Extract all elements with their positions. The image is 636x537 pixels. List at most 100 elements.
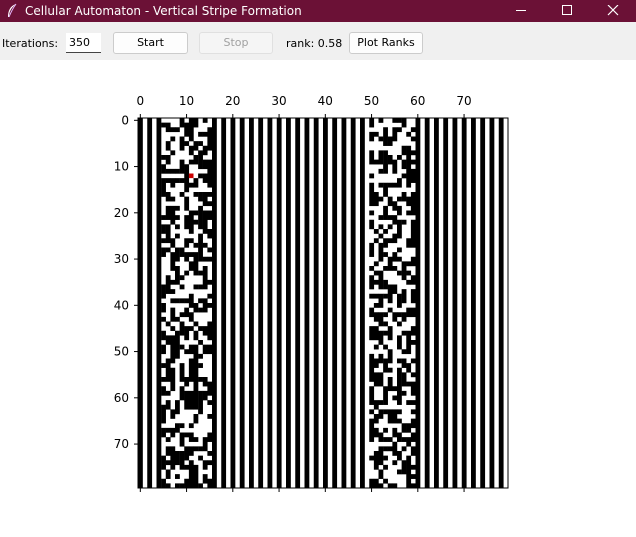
x-tick-label: 60 bbox=[410, 94, 425, 108]
grid-cell-run bbox=[188, 312, 194, 322]
grid-cell-run bbox=[161, 238, 166, 244]
grid-cell-run bbox=[383, 266, 388, 271]
x-tick-label: 20 bbox=[225, 94, 240, 108]
grid-cell-run bbox=[184, 196, 190, 211]
grid-cell-run bbox=[249, 118, 254, 489]
grid-cell-run bbox=[397, 451, 402, 461]
grid-cell-run bbox=[175, 400, 180, 415]
grid-cell-run bbox=[397, 219, 402, 239]
grid-cell-run bbox=[184, 390, 190, 410]
grid-cell-run bbox=[401, 118, 407, 128]
grid-cell-run bbox=[161, 427, 166, 438]
grid-cell-run bbox=[175, 330, 180, 359]
grid-cell-run bbox=[397, 270, 402, 276]
grid-cell-run bbox=[406, 455, 412, 489]
grid-cell-run bbox=[401, 173, 407, 179]
grid-cell-run bbox=[410, 326, 416, 336]
grid-cell-run bbox=[276, 118, 282, 489]
grid-cell-run bbox=[170, 127, 176, 133]
grid-cell-run bbox=[170, 409, 176, 419]
grid-cell-run bbox=[392, 427, 398, 438]
grid-cell-run bbox=[239, 118, 245, 489]
grid-cell-run bbox=[373, 400, 379, 410]
grid-cell-run bbox=[406, 279, 412, 285]
grid-cell-run bbox=[165, 400, 171, 410]
grid-cell-run bbox=[184, 164, 190, 193]
grid-cell-run bbox=[202, 173, 208, 183]
grid-cell-run bbox=[170, 367, 176, 392]
grid-cell-run bbox=[207, 127, 213, 151]
grid-cell-run bbox=[378, 312, 384, 327]
grid-cell-run bbox=[179, 344, 185, 350]
grid-cell-run bbox=[383, 344, 388, 350]
grid-cell-run bbox=[193, 330, 199, 341]
grid-cell-run bbox=[369, 326, 375, 341]
grid-cell-run bbox=[373, 261, 379, 267]
grid-cell-run bbox=[383, 279, 388, 290]
grid-cell-run bbox=[184, 122, 190, 137]
grid-cell-run bbox=[175, 298, 180, 304]
minimize-button[interactable] bbox=[498, 0, 544, 22]
grid-cell-run bbox=[165, 205, 171, 220]
grid-cell-run bbox=[383, 409, 388, 415]
grid-cell-run bbox=[369, 242, 375, 257]
grid-cell-run bbox=[410, 168, 416, 183]
grid-cell-run bbox=[397, 127, 402, 133]
grid-cell-run bbox=[397, 155, 402, 160]
stop-button[interactable]: Stop bbox=[199, 32, 273, 54]
grid-cell-run bbox=[202, 242, 208, 248]
grid-cell-run bbox=[207, 321, 213, 341]
grid-cell-run bbox=[170, 136, 176, 142]
grid-cell-run bbox=[392, 118, 398, 123]
grid-cell-run bbox=[397, 358, 402, 364]
grid-cell-run bbox=[161, 316, 166, 322]
grid-cell-run bbox=[188, 210, 194, 234]
grid-cell-run bbox=[161, 363, 166, 368]
close-button[interactable] bbox=[590, 0, 636, 22]
maximize-icon bbox=[562, 5, 572, 15]
grid-cell-run bbox=[383, 312, 388, 318]
grid-cell-run bbox=[198, 298, 203, 304]
grid-cell-run bbox=[170, 279, 176, 285]
grid-cell-run bbox=[170, 205, 176, 225]
grid-cell-run bbox=[387, 238, 393, 244]
grid-cell-run bbox=[193, 446, 199, 452]
grid-cell-run bbox=[401, 437, 407, 442]
grid-cell-run bbox=[392, 386, 398, 392]
close-icon bbox=[607, 5, 619, 16]
grid-cell-run bbox=[369, 150, 375, 165]
grid-cell-run bbox=[397, 432, 402, 442]
grid-cell-run bbox=[170, 298, 176, 304]
grid-cell-run bbox=[383, 238, 388, 248]
grid-cell-run bbox=[369, 118, 375, 128]
grid-cell-run bbox=[378, 483, 384, 489]
grid-cell-run bbox=[410, 446, 416, 456]
grid-cell-run bbox=[406, 270, 412, 276]
plot-ranks-button[interactable]: Plot Ranks bbox=[349, 32, 423, 54]
grid-cell-run bbox=[387, 377, 393, 392]
grid-cell-run bbox=[387, 483, 393, 489]
x-tick-label: 70 bbox=[456, 94, 471, 108]
grid-cell-run bbox=[383, 478, 388, 484]
grid-cell-run bbox=[406, 330, 412, 355]
grid-cell-run bbox=[193, 192, 199, 197]
grid-cell-run bbox=[410, 340, 416, 345]
grid-cell-run bbox=[373, 293, 379, 299]
grid-cell-run bbox=[202, 266, 208, 290]
maximize-button[interactable] bbox=[544, 0, 590, 22]
grid-cell-run bbox=[207, 303, 213, 308]
grid-cell-run bbox=[198, 150, 203, 170]
grid-cell-run bbox=[179, 178, 185, 183]
start-button[interactable]: Start bbox=[113, 32, 188, 54]
grid-cell-run bbox=[161, 247, 166, 257]
grid-cell-run bbox=[378, 270, 384, 290]
grid-cell-run bbox=[373, 279, 379, 285]
grid-cell-run bbox=[387, 437, 393, 442]
grid-cell-run bbox=[406, 210, 412, 216]
grid-cell-run bbox=[193, 242, 199, 248]
iterations-input[interactable] bbox=[66, 33, 101, 53]
grid-cell-run bbox=[161, 455, 166, 470]
grid-cell-run bbox=[401, 192, 407, 202]
grid-cell-run bbox=[161, 215, 166, 220]
grid-cell-run bbox=[378, 353, 384, 364]
